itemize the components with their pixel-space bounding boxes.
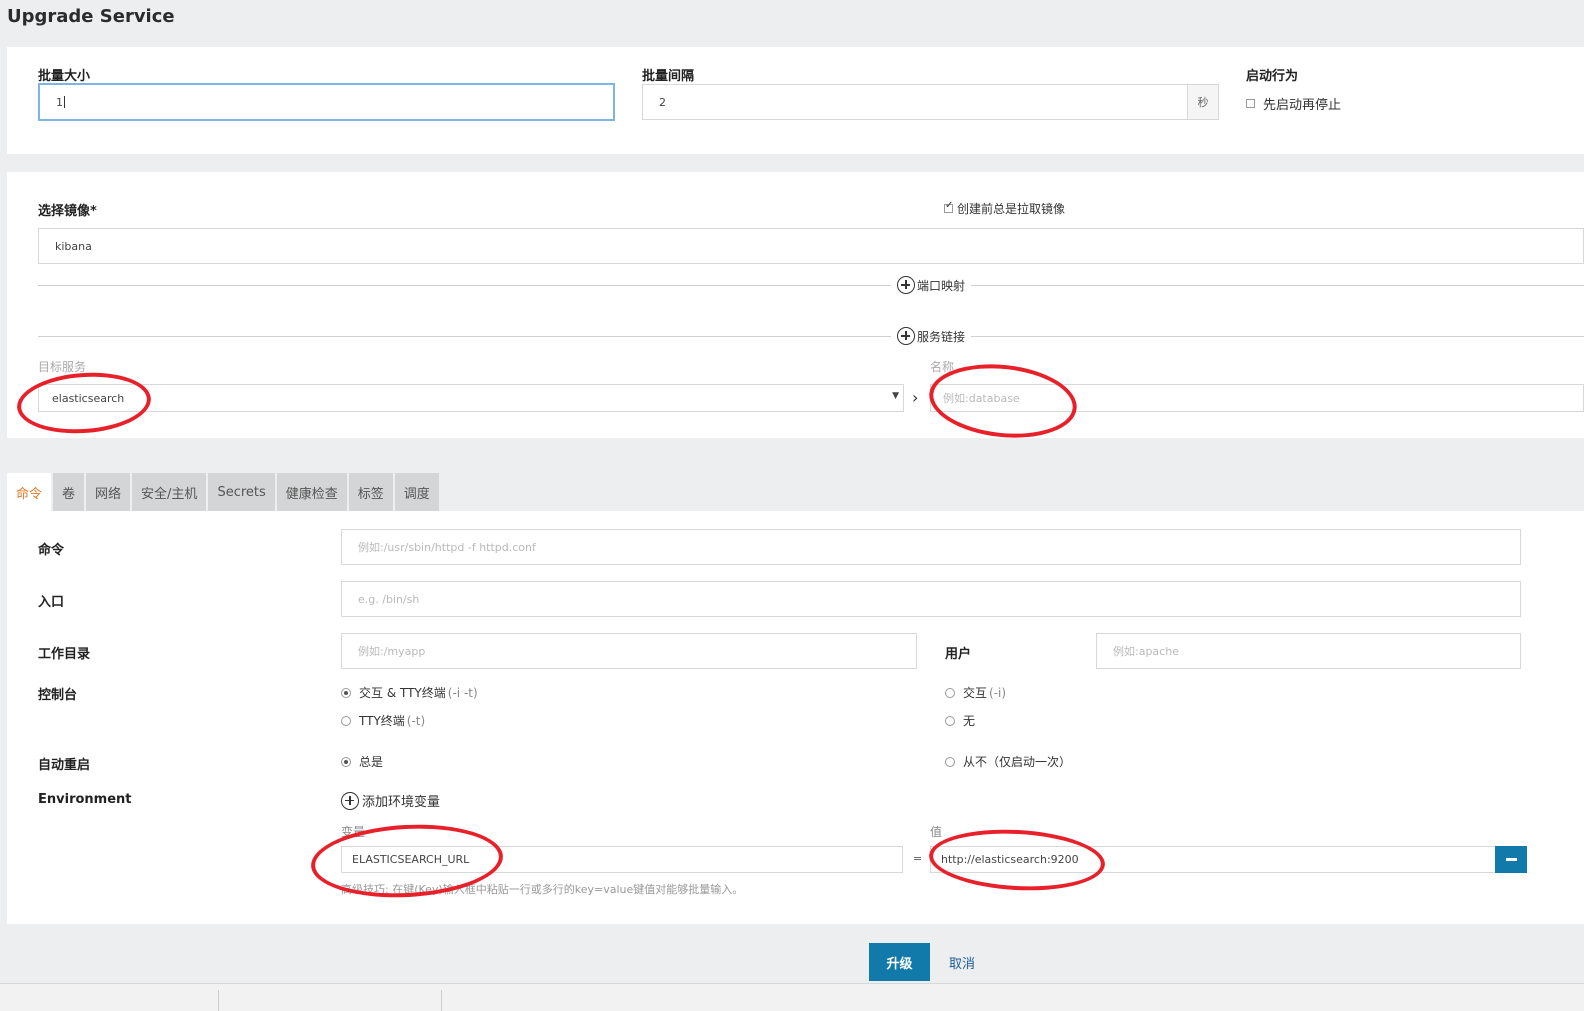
radio-icon[interactable] xyxy=(341,715,351,726)
image-input[interactable]: kibana xyxy=(38,228,1584,264)
restart-opt-text: 从不（仅启动一次） xyxy=(963,755,1072,769)
image-value: kibana xyxy=(55,239,92,253)
command-label: 命令 xyxy=(38,543,65,558)
tab-labels[interactable]: 标签 xyxy=(348,473,393,511)
radio-icon[interactable] xyxy=(341,687,351,698)
always-pull-checkbox[interactable]: 创建前总是拉取镜像 xyxy=(944,200,1065,217)
batch-interval-unit: 秒 xyxy=(1187,84,1219,120)
bottom-bar xyxy=(0,983,1584,1011)
batch-interval-value: 2 xyxy=(659,95,666,109)
divider xyxy=(38,285,1584,286)
plus-icon xyxy=(897,276,915,294)
unit-text: 秒 xyxy=(1197,96,1209,109)
user-label: 用户 xyxy=(945,647,972,662)
user-placeholder: 例如:apache xyxy=(1113,645,1179,658)
batch-size-label: 批量大小 xyxy=(38,69,91,84)
page-title: Upgrade Service xyxy=(7,6,175,27)
console-opt-text: 交互 xyxy=(963,686,988,700)
batch-panel: 批量大小 1 批量间隔 2 秒 启动行为 先启动再停止 xyxy=(7,47,1584,154)
radio-icon[interactable] xyxy=(945,715,955,726)
restart-opt-text: 总是 xyxy=(359,755,384,769)
checkbox-icon[interactable] xyxy=(1246,99,1255,108)
cancel-button[interactable]: 取消 xyxy=(949,953,975,972)
tab-secrets[interactable]: Secrets xyxy=(208,473,275,511)
console-tty-radio[interactable]: TTY终端 (-t) xyxy=(341,712,425,729)
tab-bar: 命令 卷 网络 安全/主机 Secrets 健康检查 标签 调度 xyxy=(7,473,439,511)
target-service-select[interactable]: elasticsearch ▼ xyxy=(38,384,904,412)
image-label: 选择镜像* xyxy=(38,204,97,219)
checkbox-icon[interactable] xyxy=(944,200,953,213)
add-service-link-button[interactable]: 服务链接 xyxy=(891,327,972,345)
console-opt-text: TTY终端 xyxy=(359,714,405,728)
chevron-down-icon: ▼ xyxy=(892,391,899,401)
entrypoint-label: 入口 xyxy=(38,595,65,610)
tab-network[interactable]: 网络 xyxy=(86,473,131,511)
tab-security-host[interactable]: 安全/主机 xyxy=(132,473,207,511)
start-behavior-label: 启动行为 xyxy=(1246,69,1299,84)
restart-always-radio[interactable]: 总是 xyxy=(341,753,383,770)
equals-sign: = xyxy=(913,852,923,865)
user-input[interactable]: 例如:apache xyxy=(1096,633,1521,669)
always-pull-text: 创建前总是拉取镜像 xyxy=(957,202,1066,216)
tab-scheduling[interactable]: 调度 xyxy=(394,473,439,511)
workdir-label: 工作目录 xyxy=(38,647,91,662)
start-first-text: 先启动再停止 xyxy=(1263,98,1342,113)
console-opt-sub: (-i) xyxy=(989,685,1007,700)
workdir-input[interactable]: 例如:/myapp xyxy=(341,633,917,669)
restart-label: 自动重启 xyxy=(38,758,91,773)
plus-icon xyxy=(897,327,915,345)
bottom-divider xyxy=(218,990,219,1011)
workdir-placeholder: 例如:/myapp xyxy=(358,645,426,658)
console-opt-text: 交互 & TTY终端 xyxy=(359,686,446,700)
radio-icon[interactable] xyxy=(341,756,351,767)
console-none-radio[interactable]: 无 xyxy=(945,712,975,729)
console-interactive-radio[interactable]: 交互 (-i) xyxy=(945,684,1006,701)
command-input[interactable]: 例如:/usr/sbin/httpd -f httpd.conf xyxy=(341,529,1521,565)
env-value-label: 值 xyxy=(930,825,943,839)
upgrade-button[interactable]: 升级 xyxy=(869,943,930,981)
bottom-divider xyxy=(441,990,442,1011)
command-panel: 命令 例如:/usr/sbin/httpd -f httpd.conf 入口 e… xyxy=(7,511,1584,924)
radio-icon[interactable] xyxy=(945,756,955,767)
batch-size-value: 1 xyxy=(56,95,63,109)
console-interactive-tty-radio[interactable]: 交互 & TTY终端 (-i -t) xyxy=(341,684,478,701)
console-opt-sub: (-t) xyxy=(406,713,426,728)
entrypoint-input[interactable]: e.g. /bin/sh xyxy=(341,581,1521,617)
tab-command[interactable]: 命令 xyxy=(7,473,52,511)
batch-interval-input[interactable]: 2 xyxy=(642,84,1188,120)
minus-icon xyxy=(1505,858,1517,861)
batch-size-input[interactable]: 1 xyxy=(38,83,615,121)
plus-icon xyxy=(341,791,359,810)
environment-label: Environment xyxy=(38,792,132,807)
port-mapping-text: 端口映射 xyxy=(917,278,966,293)
add-env-var-button[interactable]: 添加环境变量 xyxy=(341,791,440,810)
divider xyxy=(38,336,1584,337)
console-label: 控制台 xyxy=(38,688,78,703)
tab-health-check[interactable]: 健康检查 xyxy=(276,473,347,511)
service-links-text: 服务链接 xyxy=(917,329,966,344)
remove-env-var-button[interactable] xyxy=(1495,846,1527,873)
batch-interval-label: 批量间隔 xyxy=(642,69,695,84)
add-port-mapping-button[interactable]: 端口映射 xyxy=(891,276,972,294)
console-opt-text: 无 xyxy=(963,714,976,728)
radio-icon[interactable] xyxy=(945,687,955,698)
command-placeholder: 例如:/usr/sbin/httpd -f httpd.conf xyxy=(358,541,536,554)
start-first-checkbox[interactable]: 先启动再停止 xyxy=(1246,94,1341,113)
add-env-var-text: 添加环境变量 xyxy=(362,795,441,810)
chevron-right-icon: › xyxy=(912,388,919,407)
tab-volumes[interactable]: 卷 xyxy=(53,473,85,511)
console-opt-sub: (-i -t) xyxy=(447,685,478,700)
entrypoint-placeholder: e.g. /bin/sh xyxy=(358,592,420,606)
restart-never-radio[interactable]: 从不（仅启动一次） xyxy=(945,753,1071,770)
image-panel: 选择镜像* 创建前总是拉取镜像 kibana 端口映射 服务链接 目标服务 el… xyxy=(7,172,1584,438)
